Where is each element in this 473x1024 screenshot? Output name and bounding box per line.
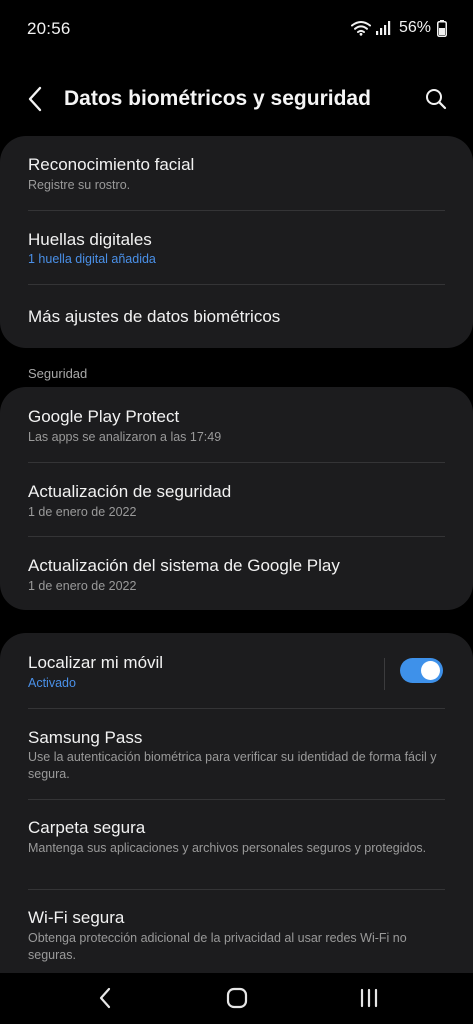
battery-percent: 56% [398, 19, 431, 36]
recents-nav-icon [360, 988, 378, 1008]
item-title: Más ajustes de datos biométricos [28, 307, 281, 326]
item-title: Actualización del sistema de Google Play [28, 556, 340, 575]
nav-recents-button[interactable] [349, 983, 389, 1013]
item-subtitle: Mantenga sus aplicaciones y archivos per… [28, 841, 427, 855]
item-subtitle: 1 de enero de 2022 [28, 505, 137, 519]
find-my-mobile-item[interactable]: Localizar mi móvil Activado [0, 633, 473, 708]
google-play-system-update-item[interactable]: Actualización del sistema de Google Play… [0, 537, 473, 610]
item-title: Samsung Pass [28, 728, 143, 747]
status-bar: 20:56 56% [0, 0, 473, 56]
item-title: Carpeta segura [28, 818, 146, 837]
item-subtitle: Obtenga protección adicional de la priva… [28, 931, 407, 962]
section-header-security: Seguridad [28, 366, 88, 381]
security-update-item[interactable]: Actualización de seguridad 1 de enero de… [0, 463, 473, 536]
app-bar: Datos biométricos y seguridad [0, 68, 473, 130]
more-biometric-settings-item[interactable]: Más ajustes de datos biométricos [0, 285, 473, 348]
biometrics-card: Reconocimiento facial Registre su rostro… [0, 136, 473, 348]
wifi-icon [350, 20, 371, 36]
item-title: Reconocimiento facial [28, 155, 195, 174]
page-title: Datos biométricos y seguridad [64, 87, 371, 110]
toggle-knob [421, 661, 440, 680]
more-security-card: Localizar mi móvil Activado Samsung Pass… [0, 633, 473, 973]
status-icons: 56% [350, 17, 447, 39]
back-button[interactable] [18, 82, 52, 116]
item-subtitle: 1 huella digital añadida [28, 252, 156, 266]
back-nav-icon [99, 987, 111, 1009]
google-play-protect-item[interactable]: Google Play Protect Las apps se analizar… [0, 387, 473, 462]
samsung-pass-item[interactable]: Samsung Pass Use la autenticación biomét… [0, 709, 473, 799]
item-subtitle: Activado [28, 676, 76, 690]
item-title: Huellas digitales [28, 230, 152, 249]
fingerprints-item[interactable]: Huellas digitales 1 huella digital añadi… [0, 211, 473, 284]
item-subtitle: Las apps se analizaron a las 17:49 [28, 430, 222, 444]
back-arrow-icon [28, 86, 42, 112]
battery-icon [437, 19, 447, 37]
item-title: Actualización de seguridad [28, 482, 232, 501]
secure-wifi-item[interactable]: Wi-Fi segura Obtenga protección adiciona… [0, 890, 473, 973]
face-recognition-item[interactable]: Reconocimiento facial Registre su rostro… [0, 136, 473, 210]
nav-back-button[interactable] [85, 983, 125, 1013]
find-my-mobile-toggle[interactable] [400, 658, 443, 683]
item-title: Localizar mi móvil [28, 653, 164, 672]
home-nav-icon [226, 987, 248, 1009]
nav-home-button[interactable] [217, 983, 257, 1013]
item-title: Wi-Fi segura [28, 908, 125, 927]
search-icon [426, 89, 447, 110]
secure-folder-item[interactable]: Carpeta segura Mantenga sus aplicaciones… [0, 800, 473, 889]
item-subtitle: 1 de enero de 2022 [28, 579, 137, 593]
signal-icon [375, 20, 391, 36]
status-time: 20:56 [27, 19, 71, 38]
item-subtitle: Registre su rostro. [28, 178, 131, 192]
search-button[interactable] [419, 82, 453, 116]
item-subtitle: Use la autenticación biométrica para ver… [28, 750, 437, 781]
security-card: Google Play Protect Las apps se analizar… [0, 387, 473, 610]
toggle-separator [384, 658, 385, 690]
navigation-bar [0, 973, 473, 1024]
item-title: Google Play Protect [28, 407, 180, 426]
